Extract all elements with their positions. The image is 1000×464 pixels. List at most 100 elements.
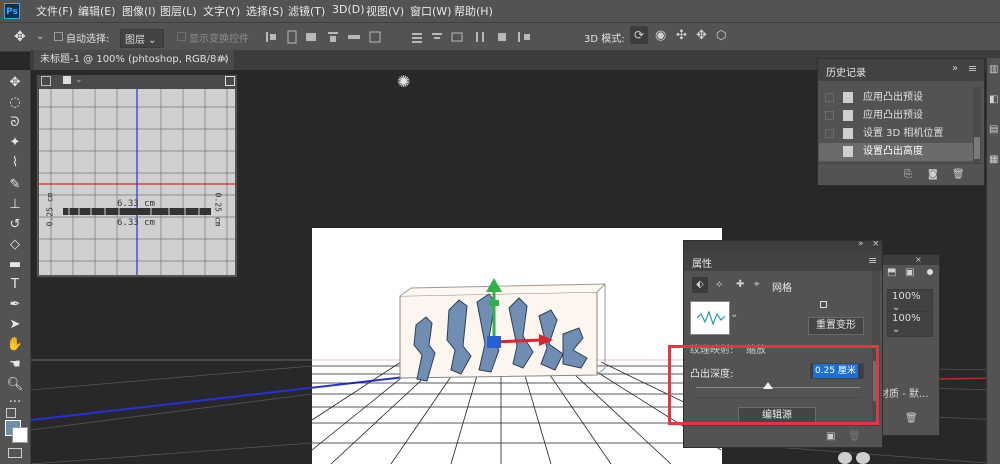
lock-icon[interactable]: ▣ [905,267,914,278]
properties-footer: ▣ 🗑︎ [684,425,882,448]
orbit-3d-icon[interactable]: ⟳ [630,26,648,44]
highlight-annotation-box [668,345,879,425]
background-color-swatch[interactable] [12,427,28,443]
panel-icon[interactable]: ▦ [989,154,998,165]
history-scrollbar[interactable] [973,87,981,163]
hand-tool-icon[interactable]: ☚ [4,356,26,374]
panel-menu-icon[interactable]: ≡ [968,62,977,75]
pen-tool-icon[interactable]: ✒ [4,296,26,314]
3d-orbit-widget-icon[interactable]: ✺ [397,72,410,91]
panel-menu-icon[interactable]: ≡ [868,254,877,267]
panel-icon[interactable]: ▤ [989,124,998,135]
close-icon[interactable]: × [915,255,922,264]
reset-deform-button[interactable]: 重置变形 [808,317,864,335]
opacity-value: 100% [892,291,921,302]
move-tool-icon[interactable]: ✥ [4,74,26,92]
view-toggle-icon[interactable] [41,76,51,86]
gradient-tool-icon[interactable]: ▬ [4,256,26,274]
shape-tool-icon[interactable]: ✋ [4,336,26,354]
marquee-tool-icon[interactable]: ◌ [4,94,26,112]
collapse-panel-icon[interactable]: » [858,239,864,249]
mesh-mode-icon[interactable]: ⬖ [692,277,708,293]
render-icon[interactable]: ▣ [826,431,835,442]
history-checkbox[interactable] [825,129,834,138]
mesh-preset-thumbnail[interactable] [690,301,730,335]
deform-mode-icon[interactable]: ⟡ [716,279,723,290]
collapse-panel-icon[interactable]: » [952,63,958,74]
history-checkbox[interactable] [825,93,834,102]
document-tab[interactable]: 未标题-1 @ 100% (phtoshop, RGB/8#) * × [34,50,234,85]
view-select-icon[interactable] [63,76,71,84]
auto-select-value: 图层 [125,35,145,46]
history-item[interactable]: 应用凸出预设 [819,107,973,125]
text-tool-icon[interactable]: T [4,276,26,294]
ground-grid [311,361,722,464]
photoshop-logo-icon: Ps [4,3,20,19]
trash-icon[interactable]: 🗑︎ [848,431,861,442]
zoom-tool-icon[interactable]: 🔍︎ [4,376,26,394]
menu-view[interactable]: 视图(V) [366,3,404,19]
expand-icon[interactable] [225,76,235,86]
slide-3d-icon[interactable]: ✥ [696,28,707,43]
trash-icon[interactable]: 🗑︎ [952,169,965,180]
fill-field[interactable]: 100% ⌄ [887,311,933,337]
menu-help[interactable]: 帮助(H) [454,3,493,19]
trash-icon[interactable]: 🗑︎ [905,413,918,424]
auto-select-label: 自动选择: [66,34,110,45]
show-transform-checkbox[interactable] [177,32,186,41]
eraser-tool-icon[interactable]: ◇ [4,236,26,254]
history-brush-icon[interactable]: ↺ [4,216,26,234]
history-item[interactable]: 设置 3D 相机位置 [819,125,973,143]
auto-select-dropdown[interactable]: 图层 ⌄ [120,29,164,48]
history-state-icon [843,92,853,103]
menu-file[interactable]: 文件(F) [36,3,73,19]
magic-wand-icon[interactable]: ✦ [4,134,26,152]
properties-mode-row: ⬖ ⟡ ✚ ⌖ 网格 [684,275,882,295]
move-tool-icon[interactable]: ✥ [14,29,26,45]
history-checkbox[interactable] [825,111,834,120]
menu-select[interactable]: 选择(S) [246,3,284,19]
close-icon[interactable]: × [872,239,880,249]
watermark-icon [856,452,870,464]
scale-3d-icon[interactable]: ⬡ [716,28,726,42]
auto-select-checkbox[interactable] [54,32,63,41]
stamp-tool-icon[interactable]: ⊥ [4,196,26,214]
menu-image[interactable]: 图像(I) [122,3,156,19]
menu-layer[interactable]: 图层(L) [160,3,197,19]
properties-titlebar[interactable]: » × [684,239,882,251]
drag-3d-icon[interactable]: ✣ [676,28,687,43]
eyedropper-tool-icon[interactable]: ⌇ [4,154,26,172]
menu-3d[interactable]: 3D(D) [332,3,365,16]
close-icon[interactable]: × [220,50,228,70]
menu-window[interactable]: 窗口(W) [410,3,451,19]
history-item-selected[interactable]: 设置凸出高度 [819,143,973,161]
panel-icon[interactable]: ▥ [989,64,998,75]
history-panel-title: 历史记录 [826,68,866,79]
align-distribute-icon[interactable] [262,29,562,45]
quick-mask-icon[interactable] [8,448,22,458]
camera-icon[interactable]: ◙ [928,169,938,180]
cap-mode-icon[interactable]: ✚ [736,279,744,290]
coordinates-mode-icon[interactable]: ⌖ [754,279,760,290]
path-select-icon[interactable]: ➤ [4,316,26,334]
history-item[interactable]: 应用凸出预设 [819,89,973,107]
panel-icon[interactable]: ◧ [989,94,998,105]
chevron-down-icon[interactable]: ⌄ [75,75,83,85]
new-document-from-state-icon[interactable]: ⎘ [904,169,912,180]
lock-icon[interactable]: ⬒ [887,267,896,278]
history-checkbox[interactable] [825,147,834,156]
watermark-icon [838,452,852,464]
chevron-down-icon[interactable]: ⌄ [730,309,738,320]
brush-tool-icon[interactable]: ✎ [4,176,26,194]
swap-colors-icon[interactable] [6,408,16,418]
menu-filter[interactable]: 滤镜(T) [288,3,325,19]
chevron-down-icon[interactable]: ⌄ [36,31,44,42]
menu-edit[interactable]: 编辑(E) [78,3,116,19]
options-bar: ✥ ⌄ 自动选择: 图层 ⌄ 显示变换控件 3D 模式: ⟳ ◉ ✣ ✥ ⬡ [0,22,1000,52]
history-panel-header: 历史记录 » ≡ [818,59,984,81]
lasso-tool-icon[interactable]: ᘐ [4,114,26,132]
roll-3d-icon[interactable]: ◉ [655,28,666,43]
orthographic-view[interactable] [39,89,235,275]
history-footer: ⎘ ◙ 🗑︎ [818,163,984,186]
menu-type[interactable]: 文字(Y) [203,3,240,19]
